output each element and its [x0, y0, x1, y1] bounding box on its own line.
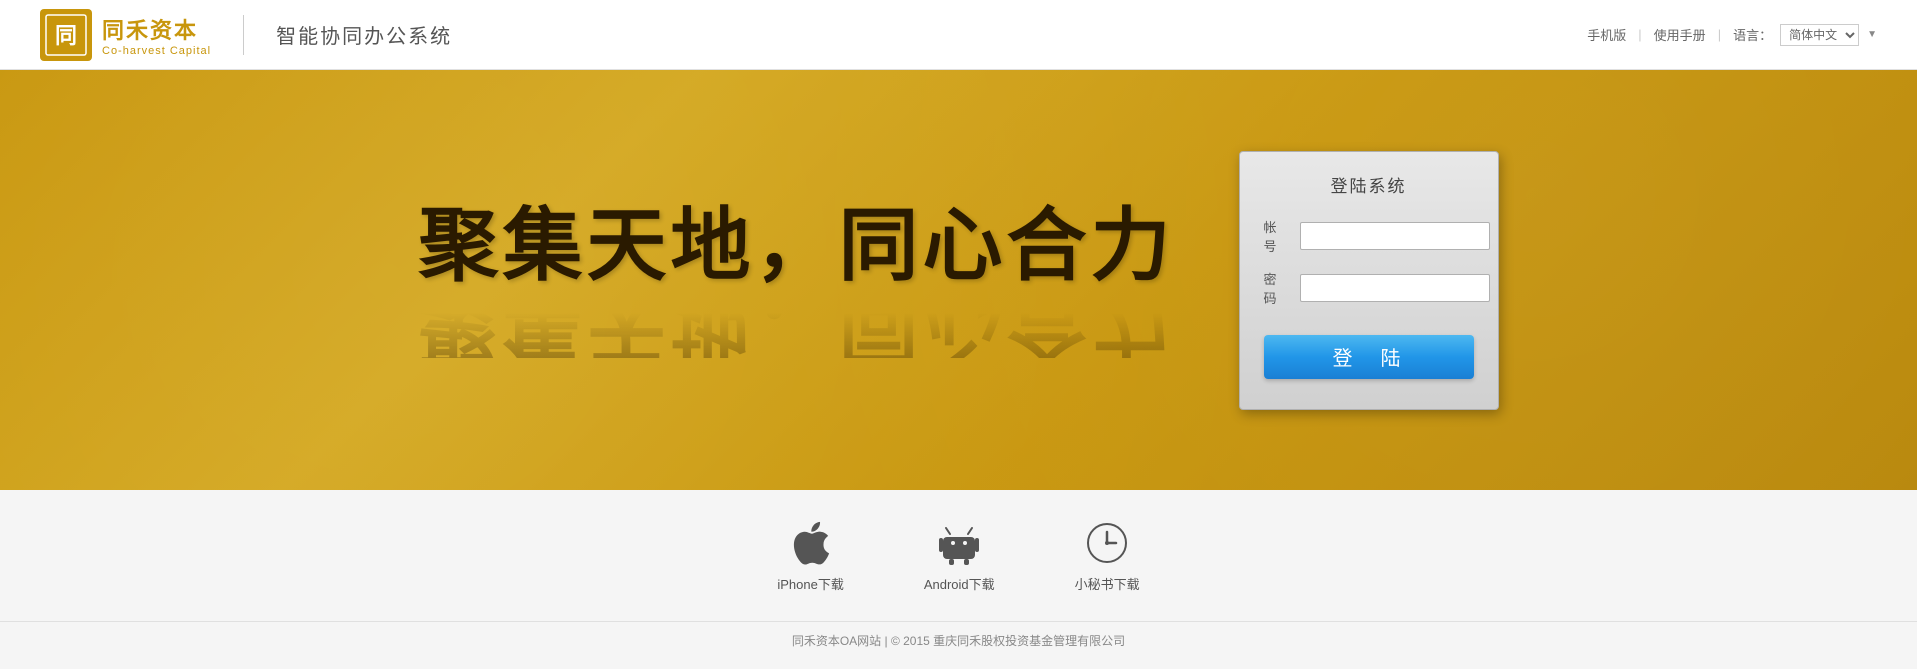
- password-row: 密 码: [1264, 269, 1474, 307]
- logo-text: 同禾资本 Co-harvest Capital: [102, 13, 211, 57]
- android-icon-wrap: [936, 520, 982, 566]
- booklet-icon: [1086, 522, 1128, 564]
- hero-content: 聚集天地，同心合力 聚集天地，同心合力 登陆系统 帐 号 密 码 登 陆: [359, 151, 1559, 410]
- lang-arrow: ▼: [1867, 29, 1877, 40]
- slogan-reflection: 聚集天地，同心合力: [419, 294, 1175, 358]
- hero-section: 聚集天地，同心合力 聚集天地，同心合力 登陆系统 帐 号 密 码 登 陆: [0, 70, 1917, 490]
- download-icons: iPhone下载: [777, 520, 1139, 593]
- booklet-download[interactable]: 小秘书下载: [1075, 520, 1140, 593]
- header-nav: 手机版 | 使用手册 | 语言： 简体中文 English ▼: [1587, 24, 1877, 46]
- header: 同 同禾资本 Co-harvest Capital 智能协同办公系统 手机版 |…: [0, 0, 1917, 70]
- password-label: 密 码: [1264, 269, 1300, 307]
- iphone-label: iPhone下载: [777, 574, 843, 593]
- download-section: iPhone下载: [0, 490, 1917, 621]
- booklet-icon-wrap: [1084, 520, 1130, 566]
- password-input[interactable]: [1300, 274, 1490, 302]
- mobile-link[interactable]: 手机版: [1587, 25, 1626, 44]
- android-label: Android下载: [924, 574, 995, 593]
- system-title: 智能协同办公系统: [276, 20, 452, 49]
- footer: 同禾资本OA网站 | © 2015 重庆同禾股权投资基金管理有限公司: [0, 621, 1917, 669]
- android-download[interactable]: Android下载: [924, 520, 995, 593]
- account-input[interactable]: [1300, 222, 1490, 250]
- logo-icon: 同: [40, 9, 92, 61]
- slogan-main: 聚集天地，同心合力: [419, 202, 1175, 290]
- iphone-download[interactable]: iPhone下载: [777, 520, 843, 593]
- logo-name: 同禾资本: [102, 13, 211, 45]
- login-button[interactable]: 登 陆: [1264, 335, 1474, 379]
- header-left: 同 同禾资本 Co-harvest Capital 智能协同办公系统: [40, 9, 452, 61]
- lang-label: 语言：: [1733, 25, 1772, 44]
- booklet-label: 小秘书下载: [1075, 574, 1140, 593]
- android-icon: [939, 521, 979, 565]
- account-row: 帐 号: [1264, 217, 1474, 255]
- manual-link[interactable]: 使用手册: [1654, 25, 1706, 44]
- logo-sub: Co-harvest Capital: [102, 45, 211, 57]
- apple-icon-wrap: [788, 520, 834, 566]
- logo: 同 同禾资本 Co-harvest Capital: [40, 9, 211, 61]
- hero-slogan: 聚集天地，同心合力 聚集天地，同心合力: [419, 202, 1175, 358]
- login-title: 登陆系统: [1264, 172, 1474, 197]
- account-label: 帐 号: [1264, 217, 1300, 255]
- header-divider: [243, 15, 244, 55]
- login-panel: 登陆系统 帐 号 密 码 登 陆: [1239, 151, 1499, 410]
- footer-text: 同禾资本OA网站 | © 2015 重庆同禾股权投资基金管理有限公司: [792, 634, 1125, 648]
- svg-text:同: 同: [55, 23, 77, 48]
- apple-icon: [792, 521, 830, 565]
- lang-select[interactable]: 简体中文 English: [1780, 24, 1859, 46]
